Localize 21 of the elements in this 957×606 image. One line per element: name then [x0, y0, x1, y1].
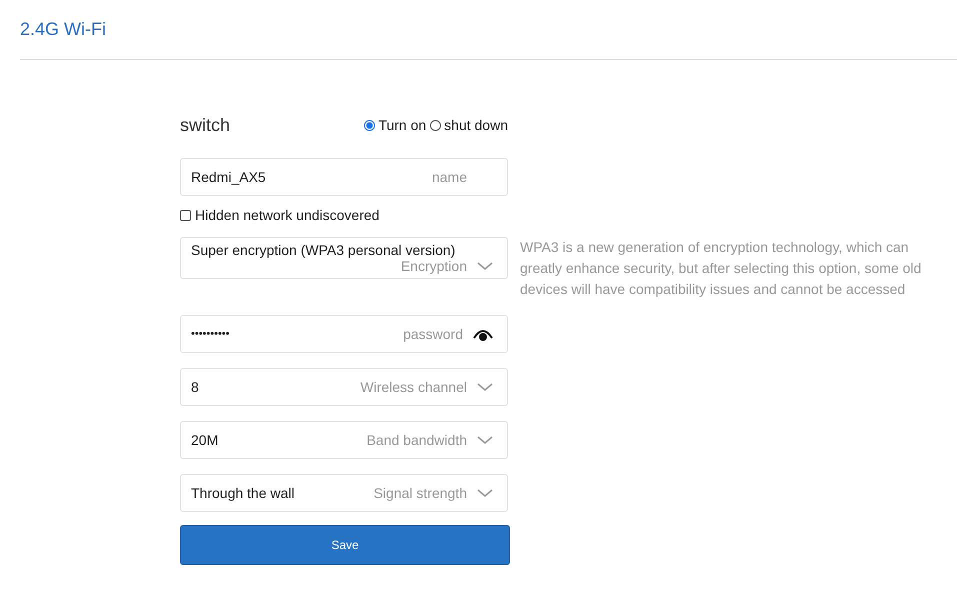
- select-field[interactable]: 20M Band bandwidth: [180, 421, 508, 459]
- hidden-network-checkbox[interactable]: Hidden network undiscovered: [180, 207, 957, 223]
- name-field[interactable]: Redmi_AX5 name: [180, 158, 508, 196]
- radio-icon[interactable]: [430, 120, 442, 130]
- radio-option[interactable]: Turn on: [364, 117, 426, 133]
- checkbox-icon[interactable]: [180, 210, 191, 220]
- chevron-down-icon: [477, 488, 493, 498]
- select-field[interactable]: Through the wall Signal strength: [180, 474, 508, 512]
- select-field[interactable]: 8 Wireless channel: [180, 368, 508, 406]
- radio-icon[interactable]: [364, 120, 376, 130]
- save-button[interactable]: Save: [180, 525, 510, 565]
- chevron-down-icon: [477, 435, 493, 445]
- eye-icon[interactable]: [473, 327, 493, 341]
- chevron-down-icon: [477, 382, 493, 392]
- select-field[interactable]: Super encryption (WPA3 personal version) Encryption: [180, 237, 508, 279]
- chevron-down-icon: [477, 261, 493, 271]
- radio-option[interactable]: shut down: [430, 117, 508, 133]
- page-title: 2.4G Wi-Fi: [20, 19, 106, 40]
- password-field[interactable]: •••••••••• password: [180, 315, 508, 353]
- help-text: WPA3 is a new generation of encryption technology, which can greatly enhance security, but after selecting this option, some old devices will have compatibility issues and cannot be accessed: [520, 238, 922, 299]
- switch-label: switch: [180, 114, 230, 136]
